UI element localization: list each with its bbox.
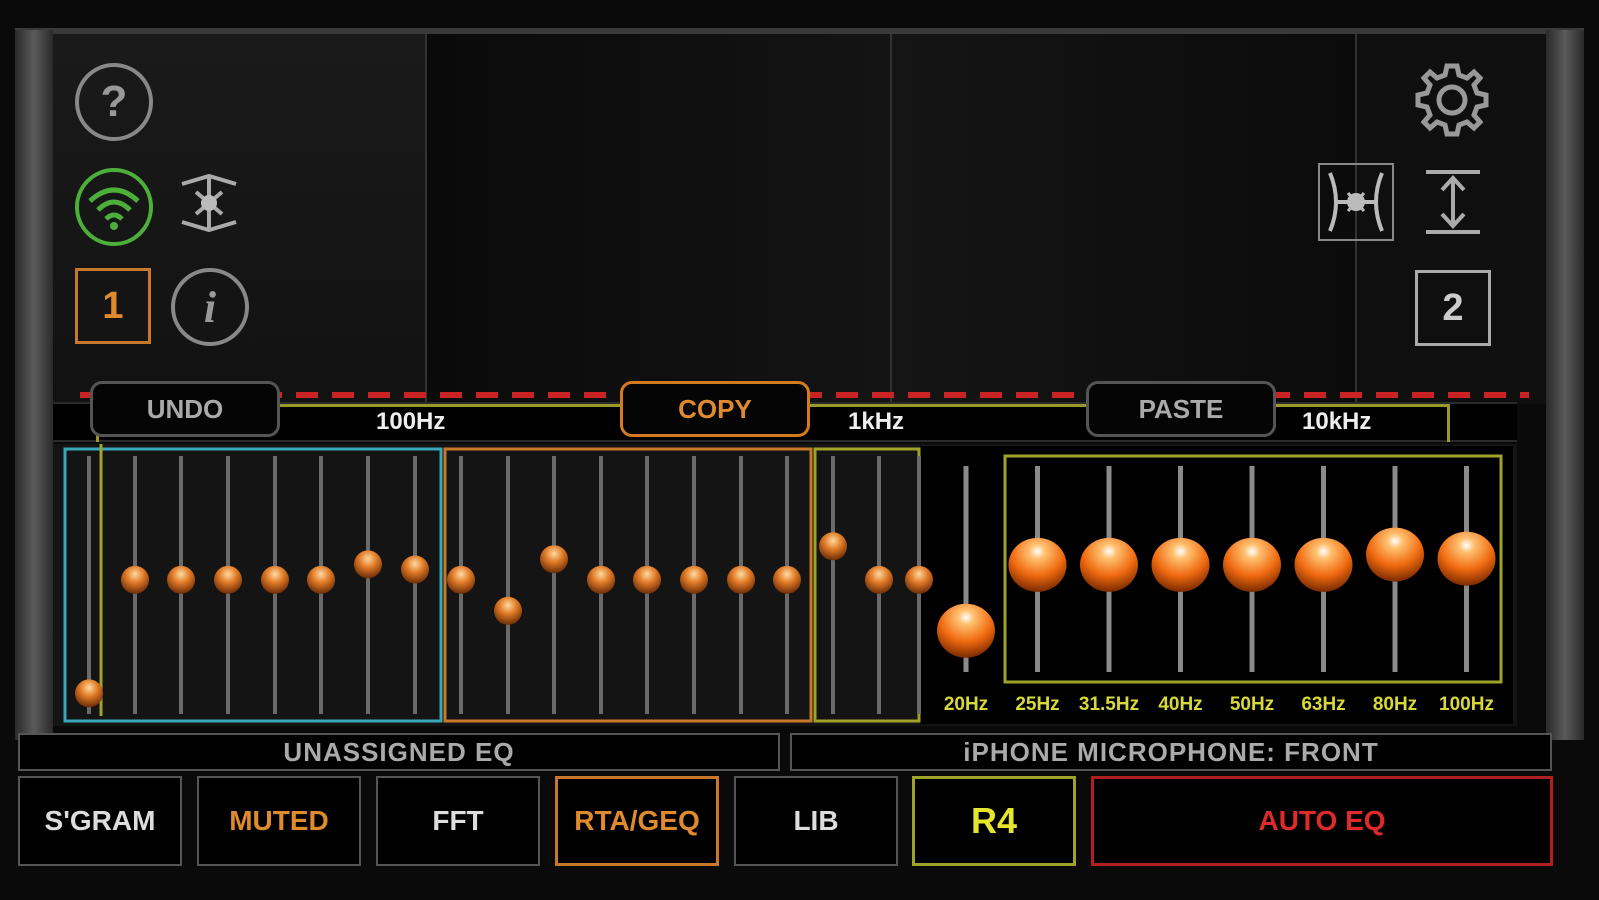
eq-overview-slider[interactable]	[307, 456, 335, 714]
eq-assignment-label: UNASSIGNED EQ	[18, 733, 780, 771]
eq-band-label: 80Hz	[1373, 694, 1417, 715]
fighter-icon	[1328, 172, 1384, 232]
eq-knob[interactable]	[261, 565, 289, 594]
eq-overview-slider[interactable]	[587, 456, 615, 714]
eq-knob[interactable]	[773, 565, 801, 594]
freq-marker-100hz: 100Hz	[376, 408, 446, 435]
eq-slider-canvas[interactable]: 20Hz 25Hz 31.5Hz 40Hz 50Hz 63Hz 80Hz 100Hz	[53, 444, 1517, 726]
freq-marker-1khz: 1kHz	[848, 408, 905, 435]
eq-band-label: 25Hz	[1015, 694, 1059, 715]
eq-knob[interactable]	[167, 565, 195, 594]
display-panel-2	[425, 34, 890, 404]
eq-band-knob[interactable]	[1366, 527, 1424, 582]
eq-knob[interactable]	[540, 545, 568, 574]
eq-overview-slider[interactable]	[447, 456, 475, 714]
eq-overview-slider[interactable]	[214, 456, 242, 714]
eq-band-knob[interactable]	[1437, 531, 1496, 586]
paste-button[interactable]: PASTE	[1086, 381, 1276, 437]
eq-band-label: 31.5Hz	[1079, 694, 1139, 715]
eq-knob[interactable]	[307, 565, 335, 594]
eq-overview-slider[interactable]	[540, 456, 568, 714]
spectrogram-button[interactable]: S'GRAM	[18, 776, 182, 866]
eq-overview-slider[interactable]	[354, 456, 382, 714]
right-bezel	[1546, 30, 1584, 740]
eq-band-knob[interactable]	[1223, 537, 1281, 592]
fft-button[interactable]: FFT	[376, 776, 540, 866]
eq-overview-slider[interactable]	[121, 456, 149, 714]
eq-knob[interactable]	[447, 565, 475, 594]
eq-overview-slider[interactable]	[401, 456, 429, 714]
eq-overview-slider[interactable]	[865, 456, 893, 714]
eq-knob[interactable]	[865, 565, 893, 594]
eq-knob[interactable]	[680, 565, 708, 594]
help-icon: ?	[100, 77, 128, 126]
eq-band-knob[interactable]	[1294, 537, 1353, 592]
wifi-icon	[88, 187, 140, 230]
copy-button[interactable]: COPY	[620, 381, 810, 437]
eq-band-knob[interactable]	[1008, 537, 1067, 592]
eq-knob[interactable]	[354, 550, 382, 579]
rta-geq-button[interactable]: RTA/GEQ	[555, 776, 719, 866]
channel-2-button[interactable]: 2	[1415, 270, 1491, 346]
eq-group-frame	[63, 447, 443, 723]
eq-overview-slider[interactable]	[633, 456, 661, 714]
link-icon[interactable]	[178, 172, 240, 234]
eq-band-label: 20Hz	[944, 694, 988, 715]
eq-overview-slider[interactable]	[261, 456, 289, 714]
gear-icon[interactable]	[1412, 60, 1492, 140]
info-icon: i	[203, 282, 217, 332]
eq-overview-slider[interactable]	[819, 456, 847, 714]
eq-knob[interactable]	[819, 532, 847, 561]
library-button[interactable]: LIB	[734, 776, 898, 866]
eq-overview-slider[interactable]	[167, 456, 195, 714]
eq-knob[interactable]	[75, 679, 103, 708]
eq-band-knob[interactable]	[1080, 537, 1138, 592]
eq-knob[interactable]	[633, 565, 661, 594]
graphic-eq[interactable]: 20Hz 25Hz 31.5Hz 40Hz 50Hz 63Hz 80Hz 100Hz	[53, 444, 1517, 726]
eq-overview[interactable]	[63, 444, 933, 723]
input-source-label[interactable]: iPHONE MICROPHONE: FRONT	[790, 733, 1552, 771]
preset-r4-button[interactable]: R4	[912, 776, 1076, 866]
auto-eq-button[interactable]: AUTO EQ	[1091, 776, 1553, 866]
eq-band-label: 50Hz	[1230, 694, 1274, 715]
eq-knob[interactable]	[121, 565, 149, 594]
eq-overview-slider[interactable]	[773, 456, 801, 714]
undo-button[interactable]: UNDO	[90, 381, 280, 437]
eq-knob[interactable]	[905, 565, 933, 594]
help-button[interactable]: ?	[75, 63, 153, 141]
link-icon[interactable]	[1422, 166, 1484, 238]
freq-marker-10khz: 10kHz	[1302, 408, 1372, 435]
eq-group-frame	[443, 447, 813, 723]
eq-knob[interactable]	[727, 565, 755, 594]
eq-overview-slider[interactable]	[75, 456, 103, 714]
eq-band-label: 63Hz	[1301, 694, 1345, 715]
eq-band-label: 40Hz	[1158, 694, 1202, 715]
eq-band-knob[interactable]	[937, 603, 995, 658]
eq-overview-slider[interactable]	[727, 456, 755, 714]
eq-overview-slider[interactable]	[680, 456, 708, 714]
eq-band-label: 100Hz	[1439, 694, 1494, 715]
fighter-button[interactable]	[1318, 163, 1394, 241]
eq-knob[interactable]	[494, 596, 522, 625]
app-frame: ? 1 i 2 100Hz 1kHz 10kHz UNDO COPY PASTE…	[0, 0, 1599, 900]
eq-knob[interactable]	[587, 565, 615, 594]
display-panel-3	[890, 34, 1355, 404]
left-bezel	[15, 30, 53, 740]
channel-1-button[interactable]: 1	[75, 268, 151, 344]
eq-knob[interactable]	[401, 555, 429, 584]
info-button[interactable]: i	[171, 268, 249, 346]
eq-overview-slider[interactable]	[494, 456, 522, 714]
mute-button[interactable]: MUTED	[197, 776, 361, 866]
eq-band-knob[interactable]	[1151, 537, 1210, 592]
wifi-button[interactable]	[75, 168, 153, 246]
eq-knob[interactable]	[214, 565, 242, 594]
